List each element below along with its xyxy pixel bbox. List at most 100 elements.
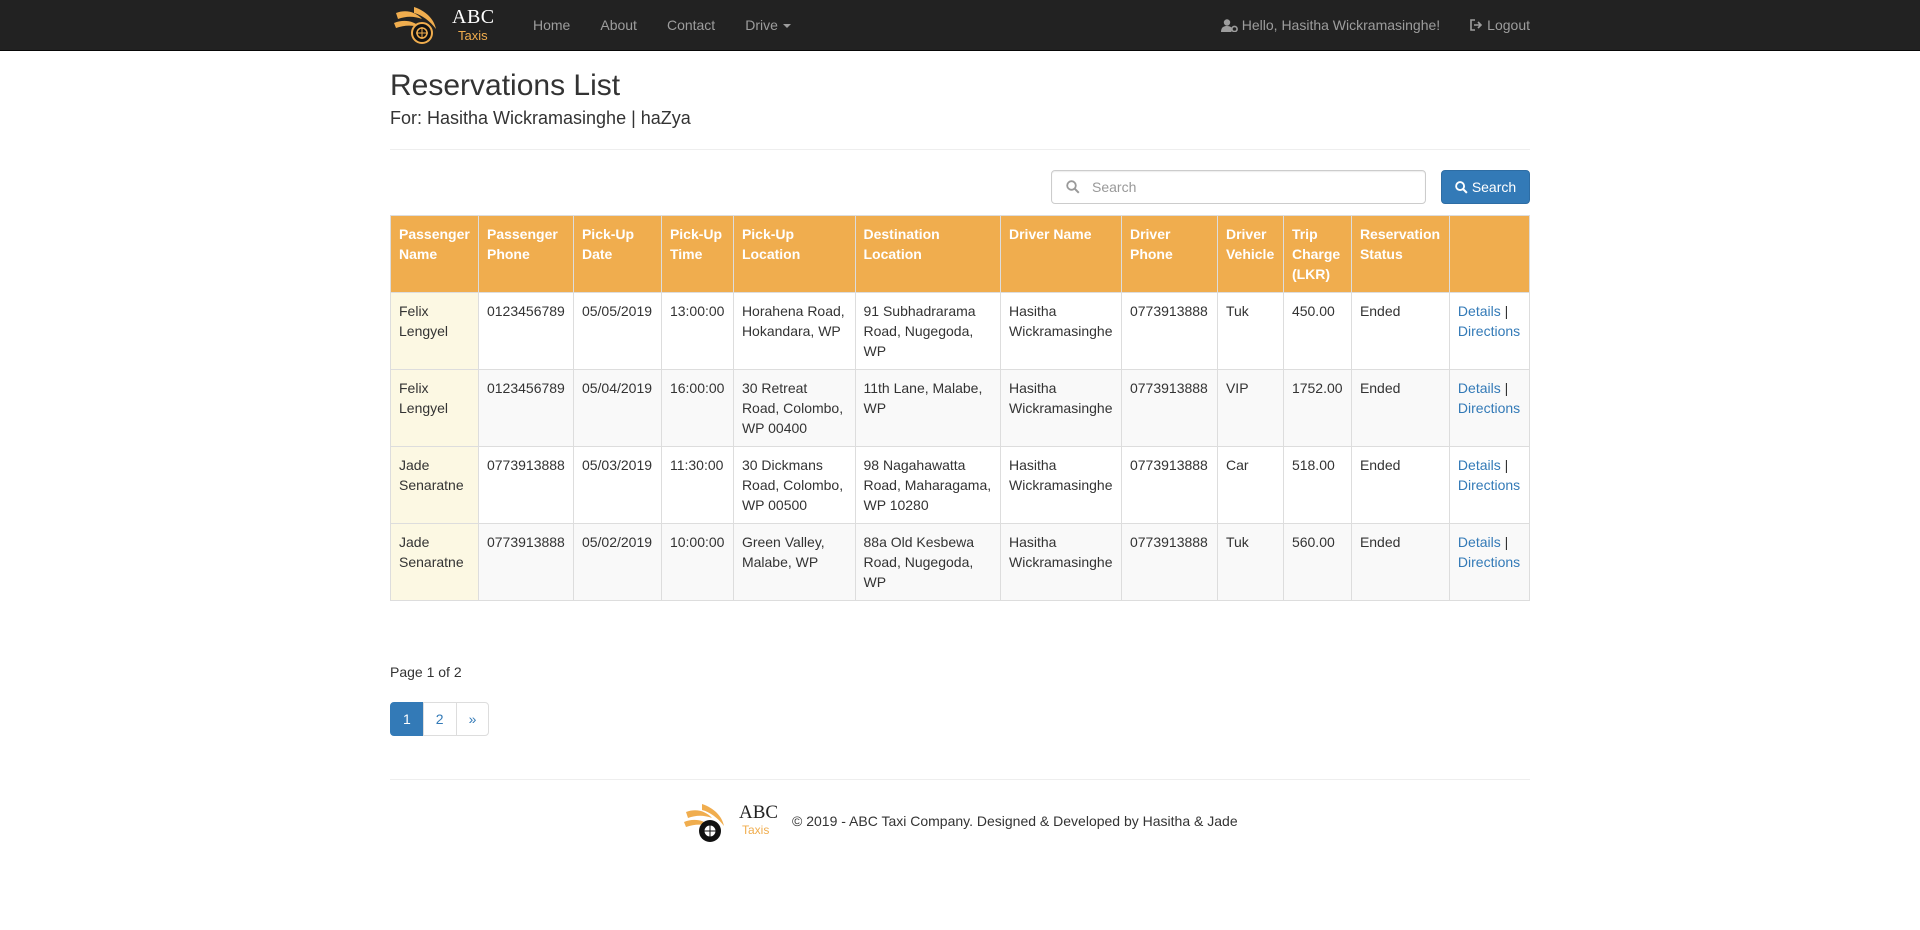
column-header: Pick-Up Location — [732, 215, 856, 293]
footer-abc-text: ABC — [739, 802, 779, 823]
directions-link[interactable]: Directions — [1458, 400, 1520, 416]
nav-contact[interactable]: Contact — [652, 0, 730, 50]
pickup-date-cell: 05/04/2019 — [572, 369, 662, 447]
driver-name-cell: Hasitha Wickramasinghe — [1000, 369, 1122, 447]
details-link[interactable]: Details — [1458, 303, 1501, 319]
pickup-location-cell: 30 Retreat Road, Colombo, WP 00400 — [732, 369, 856, 447]
trip-charge-cell: 560.00 — [1282, 523, 1352, 601]
logout-icon — [1470, 19, 1483, 31]
pickup-location-cell: 30 Dickmans Road, Colombo, WP 00500 — [732, 446, 856, 524]
passenger-name-cell: Felix Lengyel — [390, 369, 479, 447]
search-button[interactable]: Search — [1441, 170, 1530, 204]
column-header: Pick-Up Date — [572, 215, 662, 293]
passenger-phone-cell: 0773913888 — [477, 523, 574, 601]
nav-about[interactable]: About — [585, 0, 652, 50]
table-row: Jade Senaratne 0773913888 05/03/2019 11:… — [390, 446, 1531, 524]
destination-location-cell: 88a Old Kesbewa Road, Nugegoda, WP — [854, 523, 1001, 601]
details-link[interactable]: Details — [1458, 380, 1501, 396]
driver-vehicle-cell: Tuk — [1216, 292, 1284, 370]
page-title: Reservations List — [390, 69, 621, 102]
driver-phone-cell: 0773913888 — [1120, 369, 1218, 447]
driver-phone-cell: 0773913888 — [1120, 523, 1218, 601]
directions-link[interactable]: Directions — [1458, 554, 1520, 570]
actions-cell: Details | Directions — [1448, 369, 1531, 447]
details-link[interactable]: Details — [1458, 457, 1501, 473]
next-page-button[interactable]: » — [455, 702, 490, 736]
search-button-label: Search — [1471, 179, 1517, 195]
column-header: Driver Name — [1000, 215, 1122, 293]
driver-phone-cell: 0773913888 — [1120, 446, 1218, 524]
brand-logo[interactable]: ABC Taxis — [392, 3, 502, 47]
trip-charge-cell: 1752.00 — [1282, 369, 1352, 447]
page-subtitle: For: Hasitha Wickramasinghe | haZya — [390, 108, 691, 128]
reservation-status-cell: Ended — [1350, 446, 1450, 524]
passenger-name-cell: Felix Lengyel — [390, 292, 479, 370]
column-header: Trip Charge (LKR) — [1282, 215, 1352, 293]
destination-location-cell: 98 Nagahawatta Road, Maharagama, WP 1028… — [854, 446, 1001, 524]
user-nav: Hello, Hasitha Wickramasinghe! Logout — [1191, 0, 1530, 50]
search-field[interactable] — [1051, 170, 1426, 204]
search-bar: Search — [390, 150, 1530, 210]
driver-vehicle-cell: Car — [1216, 446, 1284, 524]
page-1-button[interactable]: 1 — [390, 702, 424, 736]
pickup-date-cell: 05/03/2019 — [572, 446, 662, 524]
details-link[interactable]: Details — [1458, 534, 1501, 550]
directions-link[interactable]: Directions — [1458, 477, 1520, 493]
reservation-status-cell: Ended — [1350, 523, 1450, 601]
passenger-name-cell: Jade Senaratne — [390, 523, 479, 601]
footer: ABC Taxis © 2019 - ABC Taxi Company. Des… — [684, 800, 1284, 844]
main-content: Reservations List For: Hasitha Wickramas… — [390, 51, 1531, 842]
passenger-name-cell: Jade Senaratne — [390, 446, 479, 524]
footer-taxis-text: Taxis — [742, 823, 770, 837]
column-header: Passenger Phone — [477, 215, 574, 293]
trip-charge-cell: 450.00 — [1282, 292, 1352, 370]
brand-abc-text: ABC — [452, 6, 495, 28]
footer-copyright: © 2019 - ABC Taxi Company. Designed & De… — [792, 813, 1238, 829]
actions-cell: Details | Directions — [1448, 292, 1531, 370]
directions-link[interactable]: Directions — [1458, 323, 1520, 339]
trip-charge-cell: 518.00 — [1282, 446, 1352, 524]
nav-home[interactable]: Home — [518, 0, 585, 50]
user-greeting-link[interactable]: Hello, Hasitha Wickramasinghe! — [1191, 0, 1440, 50]
pickup-time-cell: 11:30:00 — [660, 446, 734, 524]
pickup-date-cell: 05/02/2019 — [572, 523, 662, 601]
search-input[interactable] — [1090, 171, 1410, 203]
passenger-phone-cell: 0123456789 — [477, 292, 574, 370]
user-greeting: Hello, Hasitha Wickramasinghe! — [1241, 17, 1441, 33]
footer-divider — [390, 779, 1530, 780]
main-nav: Home About Contact Drive — [518, 0, 806, 50]
column-header: Driver Phone — [1120, 215, 1218, 293]
pickup-time-cell: 16:00:00 — [660, 369, 734, 447]
taxi-logo-icon — [394, 7, 436, 44]
pickup-location-cell: Green Valley, Malabe, WP — [732, 523, 856, 601]
reservations-table: Passenger Name Passenger Phone Pick-Up D… — [390, 215, 1531, 601]
chevron-down-icon — [782, 24, 791, 29]
table-row: Jade Senaratne 0773913888 05/02/2019 10:… — [390, 523, 1531, 601]
page-2-button[interactable]: 2 — [422, 702, 457, 736]
driver-name-cell: Hasitha Wickramasinghe — [1000, 523, 1122, 601]
reservation-status-cell: Ended — [1350, 369, 1450, 447]
taxi-logo-icon — [684, 804, 724, 842]
driver-vehicle-cell: Tuk — [1216, 523, 1284, 601]
column-header: Driver Vehicle — [1216, 215, 1284, 293]
passenger-phone-cell: 0773913888 — [477, 446, 574, 524]
nav-drive-dropdown[interactable]: Drive — [730, 0, 806, 50]
pagination: 1 2 » — [390, 702, 490, 736]
reservation-status-cell: Ended — [1350, 292, 1450, 370]
page-info: Page 1 of 2 — [390, 664, 462, 680]
search-icon — [1066, 180, 1080, 194]
action-separator: | — [1504, 380, 1509, 396]
table-row: Felix Lengyel 0123456789 05/05/2019 13:0… — [390, 292, 1531, 370]
pickup-date-cell: 05/05/2019 — [572, 292, 662, 370]
logout-link[interactable]: Logout — [1440, 0, 1530, 50]
brand-taxis-text: Taxis — [458, 28, 488, 43]
search-icon — [1454, 180, 1468, 194]
destination-location-cell: 11th Lane, Malabe, WP — [854, 369, 1001, 447]
action-separator: | — [1504, 457, 1509, 473]
action-separator: | — [1504, 303, 1509, 319]
actions-cell: Details | Directions — [1448, 446, 1531, 524]
column-header: Pick-Up Time — [660, 215, 734, 293]
action-separator: | — [1504, 534, 1509, 550]
top-navbar: ABC Taxis Home About Contact Drive Hello… — [0, 0, 1920, 51]
actions-cell: Details | Directions — [1448, 523, 1531, 601]
